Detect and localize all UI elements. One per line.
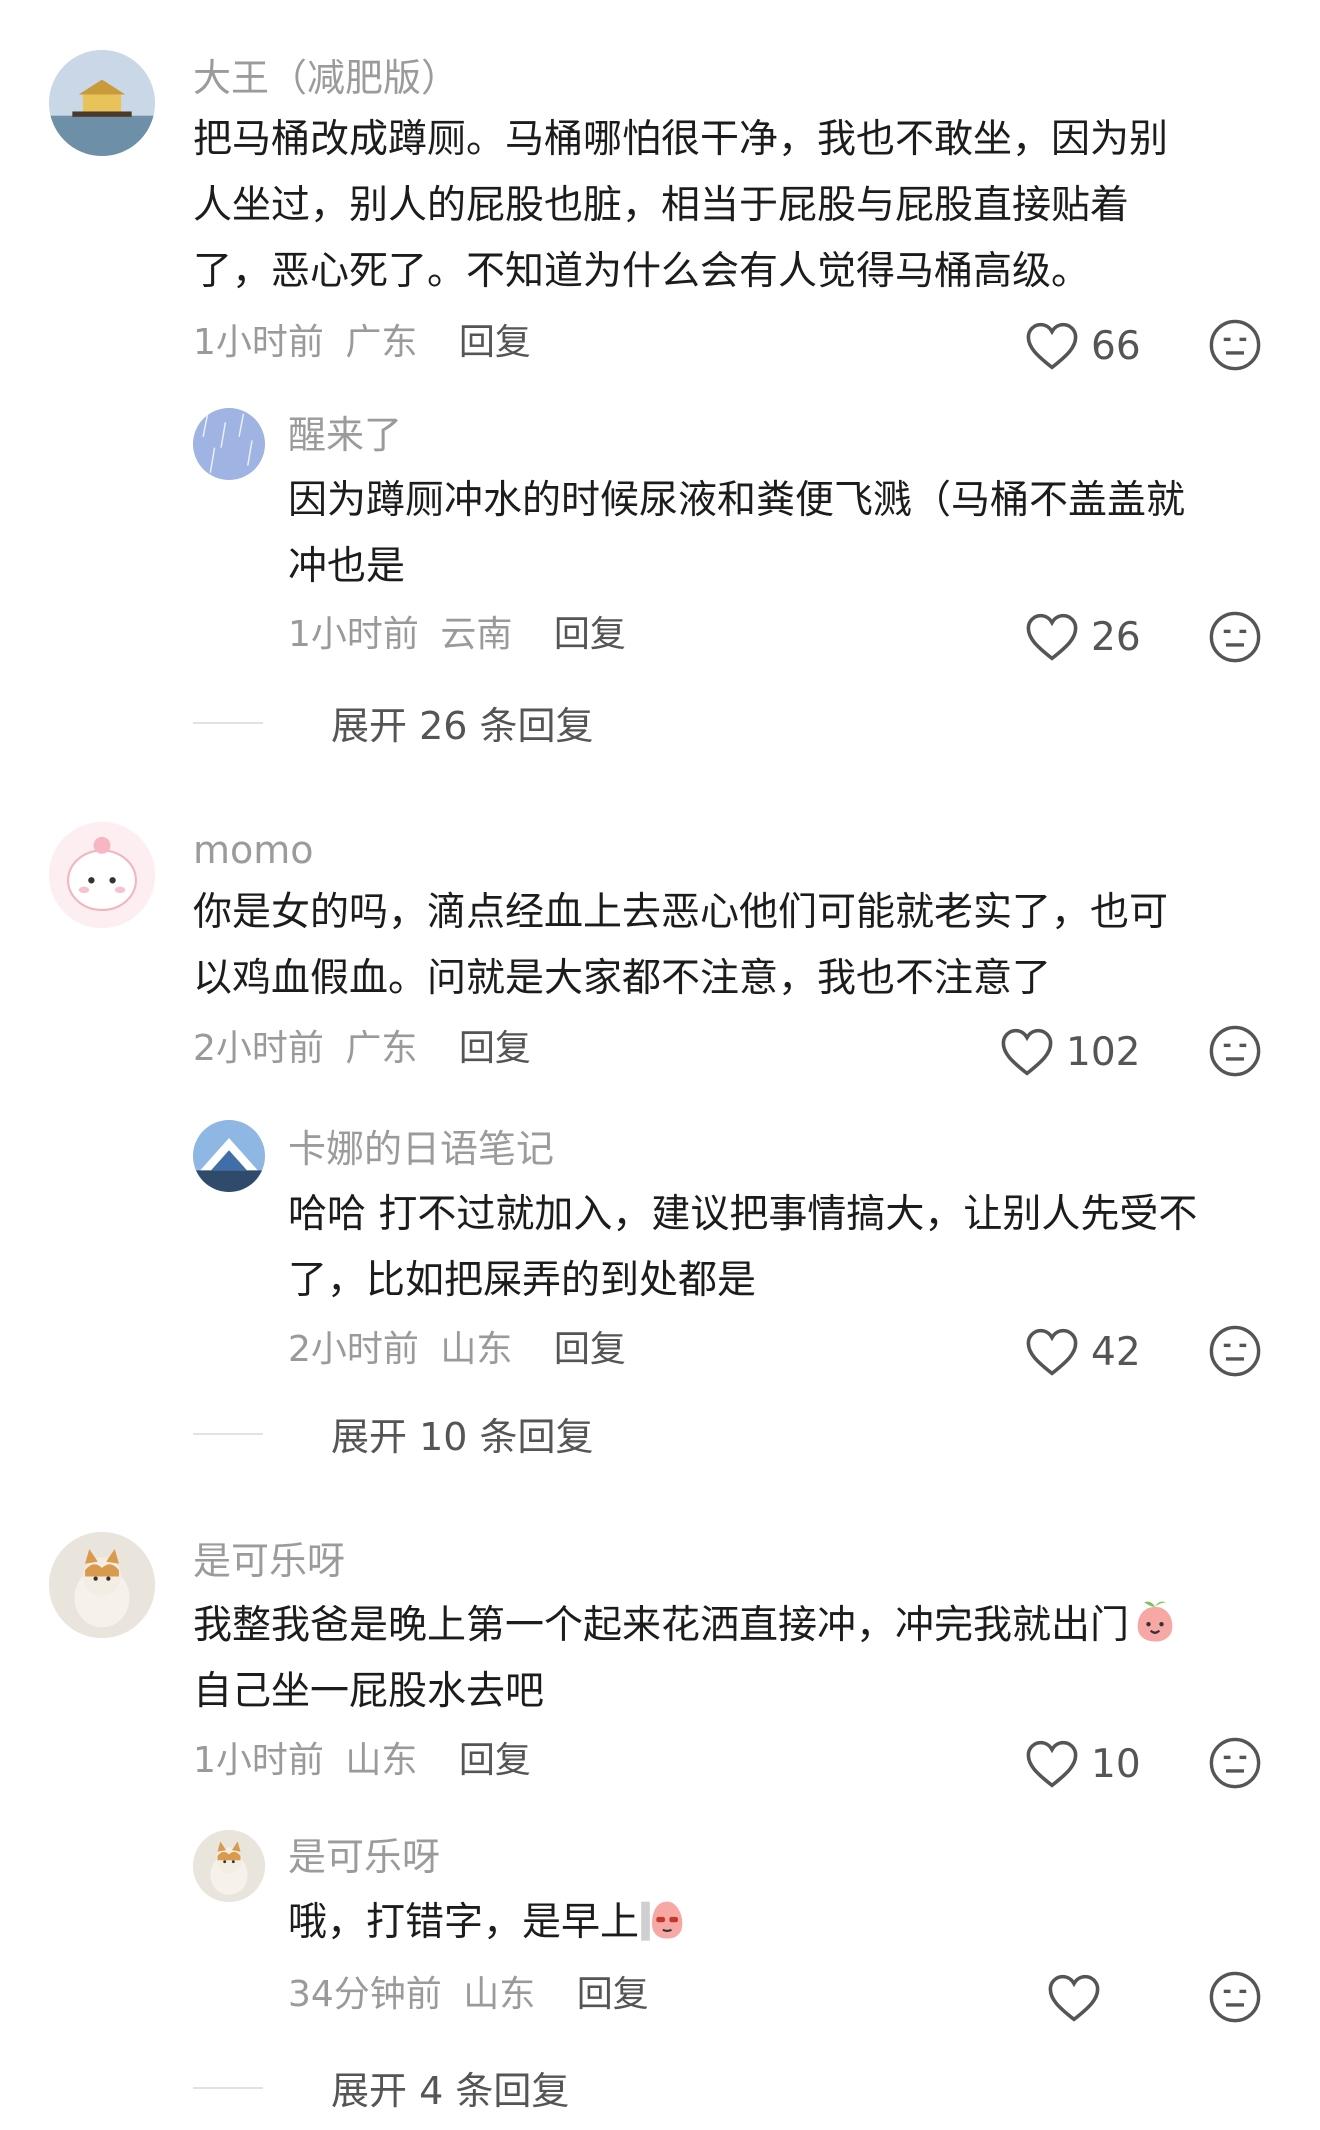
reply-button[interactable]: 回复 [577,1974,649,2015]
location: 山东 [440,1329,513,1370]
avatar-image-cat [193,1830,265,1902]
expand-replies-button[interactable]: 展开 10 条回复 [193,1406,594,1461]
heart-outline-icon [1048,1974,1100,2022]
timestamp: 2小时前 [193,1028,324,1069]
like-count: 66 [1091,323,1141,369]
comment-meta: 1小时前 山东 回复 [193,1738,531,1784]
like-count: 102 [1066,1029,1141,1075]
reply-text: 因为蹲厕冲水的时候尿液和粪便飞溅（马桶不盖盖就 冲也是 [288,468,1258,600]
reply-avatar[interactable] [193,1120,265,1192]
like-count: 10 [1091,1741,1141,1787]
reply-username[interactable]: 卡娜的日语笔记 [288,1126,554,1172]
text-line: 你是女的吗，滴点经血上去恶心他们可能就老实了，也可 [193,890,1169,935]
timestamp: 34分钟前 [288,1974,442,2015]
avatar[interactable] [49,822,155,928]
comment-meta: 1小时前 广东 回复 [193,320,531,366]
heart-outline-icon [1026,1740,1078,1788]
username[interactable]: momo [193,827,314,873]
neutral-face-icon[interactable] [1208,610,1262,664]
like-count: 26 [1091,614,1141,660]
reply-button[interactable]: 回复 [459,1740,531,1781]
avatar-image-mountain [193,1120,265,1192]
reply-username[interactable]: 是可乐呀 [288,1834,440,1880]
like-button[interactable]: 66 [1025,316,1141,376]
text-line: 我整我爸是晚上第一个起来花洒直接冲，冲完我就出门 [193,1593,1283,1659]
expand-replies-label: 展开 10 条回复 [331,1415,594,1459]
avatar-image-cartoon [49,822,155,928]
divider-line [193,1432,263,1435]
peach-emoji [1137,1601,1173,1642]
avatar-image-rain [193,408,265,480]
text-line: 以鸡血假血。问就是大家都不注意，我也不注意了 [193,956,1052,1001]
location: 山东 [345,1740,418,1781]
text-line: 哈哈 打不过就加入，建议把事情搞大，让别人先受不 [288,1192,1198,1237]
reply-meta: 1小时前 云南 回复 [288,612,626,658]
text-line: 自己坐一屁股水去吧 [193,1669,545,1714]
location: 山东 [463,1974,536,2015]
timestamp: 1小时前 [193,1740,324,1781]
comment-text: 把马桶改成蹲厕。马桶哪怕很干净，我也不敢坐，因为别 人坐过，别人的屁股也脏，相当… [193,107,1273,305]
expand-replies-button[interactable]: 展开 26 条回复 [193,695,594,750]
reply-meta: 34分钟前 山东 回复 [288,1972,649,2018]
reply-button[interactable]: 回复 [459,1028,531,1069]
peach-sunglasses-emoji [641,1901,683,1941]
timestamp: 2小时前 [288,1329,419,1370]
reply-username[interactable]: 醒来了 [288,412,402,458]
reply-avatar[interactable] [193,408,265,480]
location: 云南 [440,614,513,655]
expand-replies-label: 展开 4 条回复 [331,2069,570,2113]
reply-button[interactable]: 回复 [554,614,626,655]
neutral-face-icon[interactable] [1208,1324,1262,1378]
location: 广东 [345,1028,418,1069]
username[interactable]: 是可乐呀 [193,1538,345,1584]
text-line-content: 我整我爸是晚上第一个起来花洒直接冲，冲完我就出门 [193,1603,1130,1648]
timestamp: 1小时前 [193,322,324,363]
text-line: 冲也是 [288,544,406,589]
reply-meta: 2小时前 山东 回复 [288,1327,626,1373]
comment-text: 你是女的吗，滴点经血上去恶心他们可能就老实了，也可 以鸡血假血。问就是大家都不注… [193,880,1273,1012]
timestamp: 1小时前 [288,614,419,655]
reply-avatar[interactable] [193,1830,265,1902]
reply-text: 哦，打错字，是早上 [288,1890,1278,1956]
reply-text: 哈哈 打不过就加入，建议把事情搞大，让别人先受不 了，比如把屎弄的到处都是 [288,1182,1278,1314]
comment-meta: 2小时前 广东 回复 [193,1026,531,1072]
comment-text: 我整我爸是晚上第一个起来花洒直接冲，冲完我就出门 自己坐一屁股水去吧 [193,1593,1283,1725]
reply-button[interactable]: 回复 [554,1329,626,1370]
like-button[interactable]: 26 [1025,607,1141,667]
like-button[interactable]: 102 [1000,1022,1140,1082]
text-line: 了，比如把屎弄的到处都是 [288,1258,757,1303]
heart-outline-icon [1026,1328,1078,1376]
avatar-image-cat [49,1532,155,1638]
neutral-face-icon[interactable] [1208,1024,1262,1078]
neutral-face-icon[interactable] [1208,1970,1262,2024]
heart-outline-icon [1026,613,1078,661]
like-button[interactable] [1047,1968,1113,2028]
heart-outline-icon [1001,1028,1053,1076]
avatar[interactable] [49,50,155,156]
avatar-image-pavilion [49,50,155,156]
like-button[interactable]: 42 [1025,1322,1141,1382]
text-line-content: 哦，打错字，是早上 [288,1900,640,1945]
divider-line [193,2086,263,2089]
text-line: 人坐过，别人的屁股也脏，相当于屁股与屁股直接贴着 [193,183,1130,228]
reply-button[interactable]: 回复 [459,322,531,363]
text-line: 哦，打错字，是早上 [288,1890,1278,1956]
text-line: 了，恶心死了。不知道为什么会有人觉得马桶高级。 [193,249,1091,294]
heart-outline-icon [1026,322,1078,370]
avatar[interactable] [49,1532,155,1638]
location: 广东 [345,322,418,363]
neutral-face-icon[interactable] [1208,318,1262,372]
like-count: 42 [1091,1329,1141,1375]
text-line: 因为蹲厕冲水的时候尿液和粪便飞溅（马桶不盖盖就 [288,478,1186,523]
expand-replies-button[interactable]: 展开 4 条回复 [193,2060,569,2115]
text-line: 把马桶改成蹲厕。马桶哪怕很干净，我也不敢坐，因为别 [193,117,1169,162]
neutral-face-icon[interactable] [1208,1736,1262,1790]
username[interactable]: 大王（减肥版） [193,55,459,101]
divider-line [193,721,263,724]
expand-replies-label: 展开 26 条回复 [331,704,594,748]
like-button[interactable]: 10 [1025,1734,1141,1794]
